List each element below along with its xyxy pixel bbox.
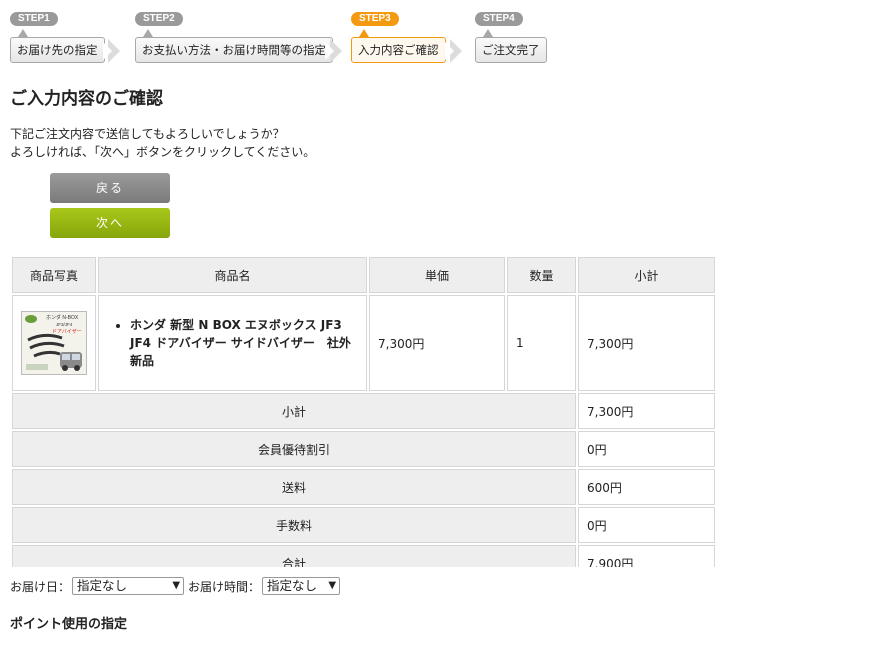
- summary-shipping-value: 600円: [578, 469, 715, 505]
- delivery-date-select[interactable]: 指定なし ▼: [72, 577, 185, 595]
- back-button[interactable]: 戻る: [50, 173, 170, 203]
- step-arrow-icon: [103, 39, 120, 63]
- intro-text: 下記ご注文内容で送信してもよろしいでしょうか？ よろしければ、「次へ」ボタンをク…: [10, 125, 315, 161]
- product-subtotal: 7,300円: [578, 295, 715, 391]
- step-arrow-icon: [325, 39, 342, 63]
- summary-row: 会員優待割引 0円: [12, 431, 715, 467]
- step-arrow-icon: [445, 39, 462, 63]
- summary-fee-label: 手数料: [12, 507, 576, 543]
- summary-shipping-label: 送料: [12, 469, 576, 505]
- product-photo-cell: ホンダ N-BOX JF3/JF4 ドアバイザー: [12, 295, 96, 391]
- svg-text:ホンダ N-BOX: ホンダ N-BOX: [46, 314, 79, 321]
- step-4-label: ご注文完了: [475, 37, 547, 63]
- product-thumbnail-icon: ホンダ N-BOX JF3/JF4 ドアバイザー: [22, 312, 86, 374]
- delivery-time-select[interactable]: 指定なし ▼: [262, 577, 341, 595]
- summary-fee-value: 0円: [578, 507, 715, 543]
- step-3-label: 入力内容ご確認: [351, 37, 446, 63]
- header-name: 商品名: [98, 257, 367, 293]
- dropdown-caret-icon: ▼: [328, 580, 337, 591]
- step-2-label: お支払い方法・お届け時間等の指定: [135, 37, 333, 63]
- summary-subtotal-value: 7,300円: [578, 393, 715, 429]
- summary-row: 手数料 0円: [12, 507, 715, 543]
- intro-line-1: 下記ご注文内容で送信してもよろしいでしょうか？: [10, 127, 285, 141]
- step-3-badge: STEP3: [351, 12, 399, 26]
- product-price: 7,300円: [369, 295, 505, 391]
- delivery-options: お届け日： 指定なし ▼ お届け時間： 指定なし ▼: [10, 577, 344, 595]
- header-price: 単価: [369, 257, 505, 293]
- delivery-date-label: お届け日：: [10, 579, 71, 594]
- next-button[interactable]: 次へ: [50, 208, 170, 238]
- product-qty: 1: [507, 295, 576, 391]
- summary-row: 小計 7,300円: [12, 393, 715, 429]
- svg-text:ドアバイザー: ドアバイザー: [52, 329, 82, 335]
- summary-row: 送料 600円: [12, 469, 715, 505]
- header-qty: 数量: [507, 257, 576, 293]
- order-table: 商品写真 商品名 単価 数量 小計 ホンダ N-BOX JF3/JF4 ドアバイ…: [10, 255, 717, 583]
- dropdown-caret-icon: ▼: [172, 580, 181, 591]
- step-2-badge: STEP2: [135, 12, 183, 26]
- summary-discount-label: 会員優待割引: [12, 431, 576, 467]
- product-name: ホンダ 新型 N BOX エヌボックス JF3 JF4 ドアバイザー サイドバイ…: [130, 316, 365, 370]
- delivery-time-label: お届け時間：: [188, 579, 261, 594]
- product-image[interactable]: ホンダ N-BOX JF3/JF4 ドアバイザー: [21, 311, 87, 375]
- page-title: ご入力内容のご確認: [10, 89, 163, 109]
- checkout-steps: STEP1 お届け先の指定 STEP2 お支払い方法・お届け時間等の指定 STE…: [10, 12, 870, 64]
- points-section-title: ポイント使用の指定: [10, 617, 128, 632]
- product-name-cell: ホンダ 新型 N BOX エヌボックス JF3 JF4 ドアバイザー サイドバイ…: [98, 295, 367, 391]
- header-photo: 商品写真: [12, 257, 96, 293]
- table-header-row: 商品写真 商品名 単価 数量 小計: [12, 257, 715, 293]
- svg-text:JF3/JF4: JF3/JF4: [56, 322, 73, 327]
- step-1-label: お届け先の指定: [10, 37, 105, 63]
- summary-subtotal-label: 小計: [12, 393, 576, 429]
- table-row: ホンダ N-BOX JF3/JF4 ドアバイザー ホンダ 新型 N BOX エヌ…: [12, 295, 715, 391]
- intro-line-2: よろしければ、「次へ」ボタンをクリックしてください。: [10, 145, 316, 159]
- step-4-badge: STEP4: [475, 12, 523, 26]
- step-1-badge: STEP1: [10, 12, 58, 26]
- header-subtotal: 小計: [578, 257, 715, 293]
- summary-discount-value: 0円: [578, 431, 715, 467]
